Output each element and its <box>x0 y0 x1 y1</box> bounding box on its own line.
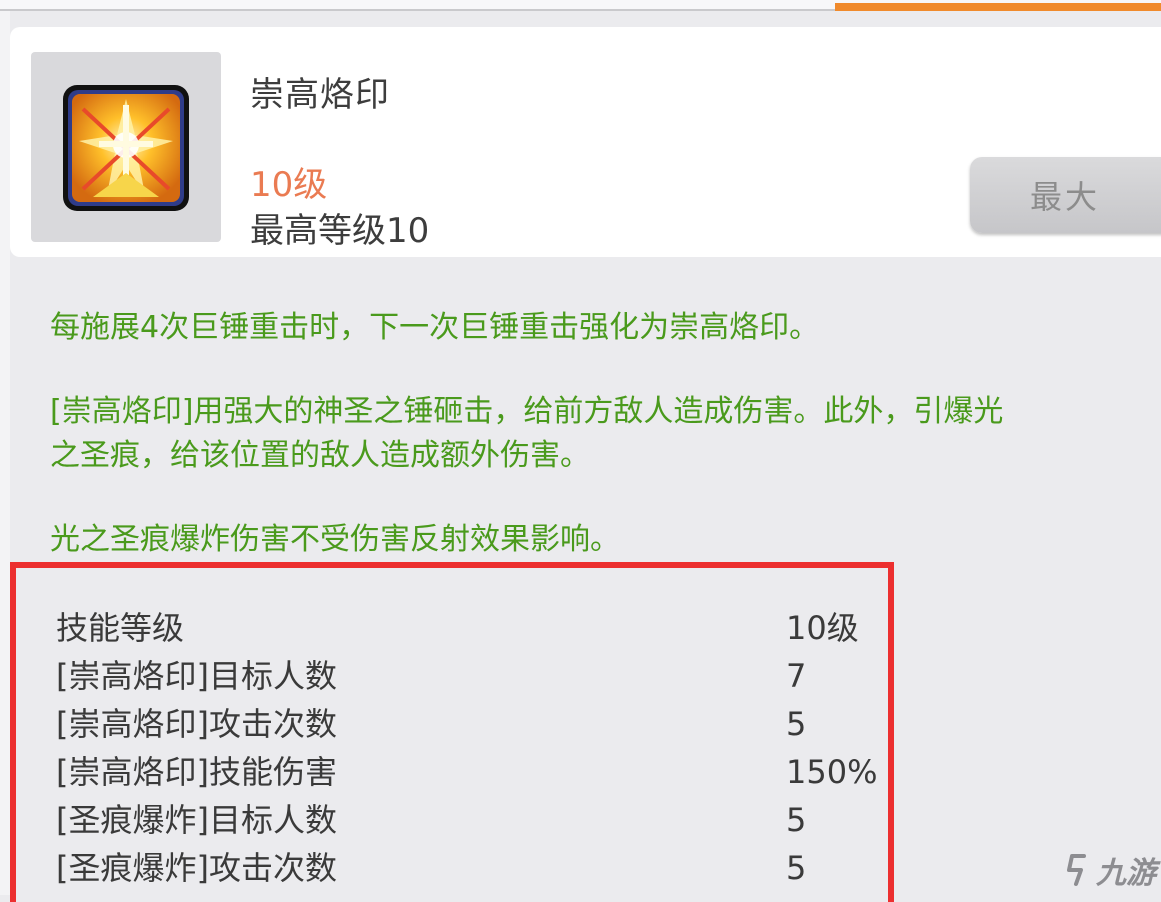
stat-row: [圣痕爆炸]攻击次数 5 <box>56 844 896 892</box>
description-line: [崇高烙印]用强大的神圣之锤砸击，给前方敌人造成伤害。此外，引爆光 <box>50 394 1004 429</box>
watermark: 九游 <box>1064 845 1161 895</box>
stat-value: 5 <box>786 705 807 743</box>
stat-row: 技能等级 10级 <box>56 604 896 652</box>
description-line: 光之圣痕爆炸伤害不受伤害反射效果影响。 <box>50 522 620 557</box>
stat-label: [圣痕爆炸]目标人数 <box>56 801 337 839</box>
stat-label: [圣痕爆炸]攻击次数 <box>56 849 337 887</box>
stat-value: 5 <box>786 849 807 887</box>
stat-label: [崇高烙印]技能伤害 <box>56 753 337 791</box>
description-line: 每施展4次巨锤重击时，下一次巨锤重击强化为崇高烙印。 <box>50 310 820 345</box>
skill-icon-frame <box>31 52 221 242</box>
stat-value: 10级 <box>786 609 859 647</box>
skill-max-level: 最高等级10 <box>250 211 430 251</box>
left-edge <box>0 11 10 895</box>
stat-label: [崇高烙印]目标人数 <box>56 657 337 695</box>
hammer-skill-icon <box>63 85 189 211</box>
stat-value: 7 <box>786 657 807 695</box>
description-line: 之圣痕，给该位置的敌人造成额外伤害。 <box>50 438 590 473</box>
stat-value: 5 <box>786 801 807 839</box>
stat-value: 150% <box>786 753 878 791</box>
stat-row: [崇高烙印]技能伤害 150% <box>56 748 896 796</box>
stat-row: [圣痕爆炸]目标人数 5 <box>56 796 896 844</box>
watermark-text: 九游 <box>1096 856 1156 891</box>
skill-header-card: 崇高烙印 10级 最高等级10 最大 <box>10 27 1161 257</box>
stat-label: 技能等级 <box>56 609 185 647</box>
stat-label: [崇高烙印]攻击次数 <box>56 705 337 743</box>
skill-name: 崇高烙印 <box>250 75 390 115</box>
max-level-button[interactable]: 最大 <box>970 157 1161 233</box>
watermark-logo-icon <box>1067 854 1086 886</box>
stat-row: [崇高烙印]目标人数 7 <box>56 652 896 700</box>
active-tab-indicator <box>835 3 1161 11</box>
stat-row: [崇高烙印]攻击次数 5 <box>56 700 896 748</box>
top-divider <box>0 9 835 11</box>
skill-current-level: 10级 <box>250 165 328 205</box>
skill-stats-highlight: 技能等级 10级 [崇高烙印]目标人数 7 [崇高烙印]攻击次数 5 [崇高烙印… <box>10 562 894 902</box>
